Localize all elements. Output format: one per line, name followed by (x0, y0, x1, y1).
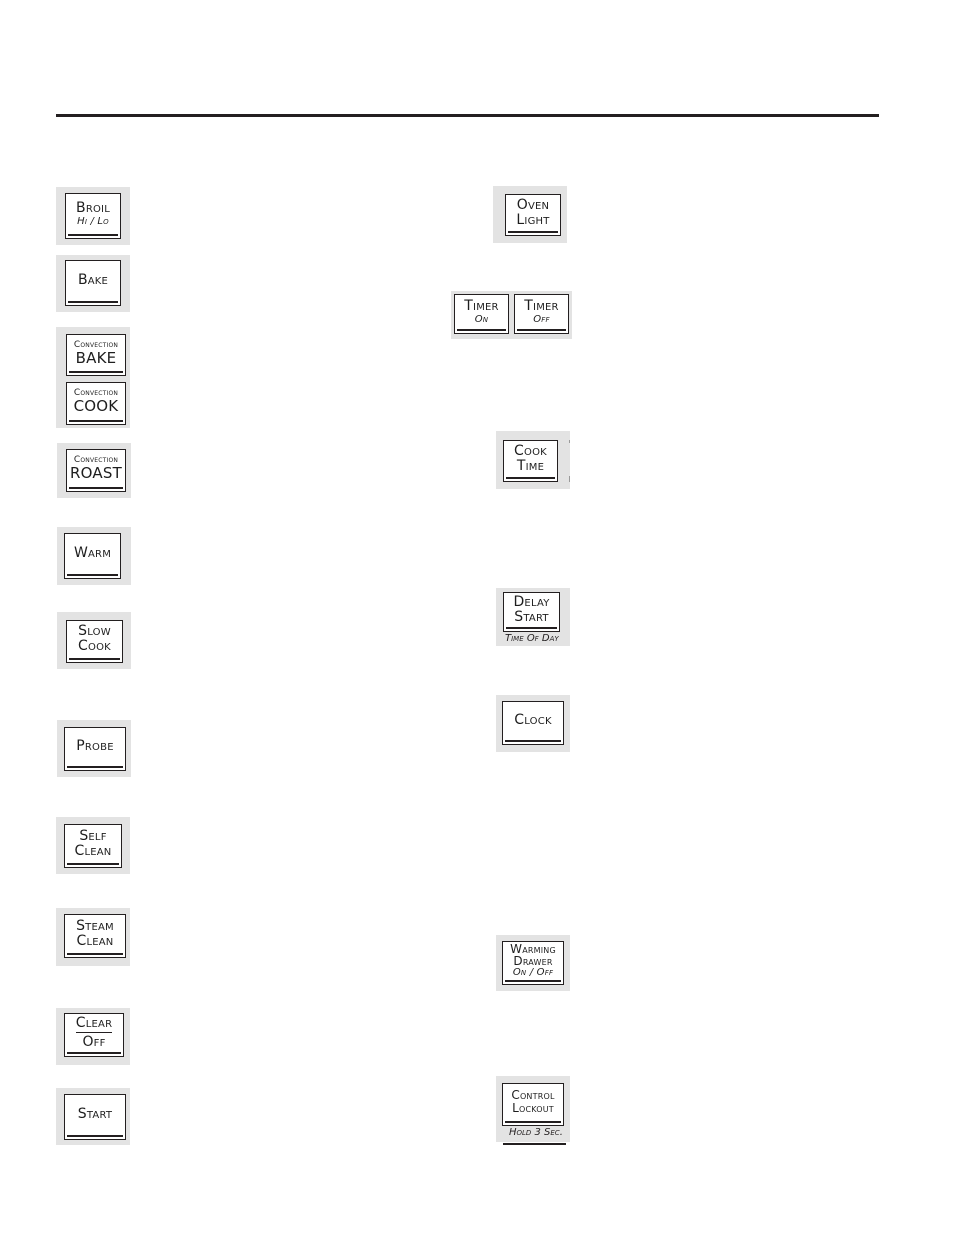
convection-bake-key-sublabel: BAKE (75, 348, 117, 367)
warming-drawer-key[interactable]: Warming Drawer On / Off (502, 941, 564, 985)
warm-key[interactable]: Warm (64, 533, 121, 579)
slow-cook-key-label: Slow (78, 623, 111, 639)
self-clean-key-label: Self (79, 827, 107, 844)
warming-drawer-key-sublabel: Drawer (513, 954, 553, 968)
slow-cook-key-sublabel: Cook (78, 638, 111, 654)
control-lockout-caption: Hold 3 Sec. (509, 1127, 563, 1138)
start-key-label: Start (77, 1106, 113, 1122)
tick-mark (569, 440, 570, 443)
timer-on-key-label: Timer (464, 297, 499, 314)
probe-key[interactable]: Probe (64, 727, 126, 771)
start-key[interactable]: Start (64, 1094, 126, 1140)
broil-key-sublabel: Hi / Lo (77, 215, 109, 227)
convection-roast-key-sublabel: ROAST (70, 464, 122, 482)
convection-cook-key-sublabel: COOK (73, 397, 119, 415)
delay-start-caption: Time Of Day (505, 633, 559, 644)
bake-key-label: Bake (77, 272, 109, 288)
clock-key-label: Clock (514, 712, 552, 728)
delay-start-key-sublabel: Start (514, 608, 549, 625)
steam-clean-key-sublabel: Clean (76, 932, 114, 949)
slow-cook-key[interactable]: Slow Cook (66, 620, 123, 663)
warming-drawer-key-state: On / Off (512, 967, 554, 978)
cook-time-key-sublabel: Time (516, 457, 545, 474)
timer-off-key[interactable]: Timer Off (514, 294, 569, 334)
convection-roast-key[interactable]: Convection ROAST (66, 449, 126, 492)
cook-time-key[interactable]: Cook Time (503, 440, 558, 482)
timer-off-key-label: Timer (524, 297, 559, 314)
cook-time-key-label: Cook (514, 442, 547, 459)
convection-bake-key-label: Convection (73, 339, 119, 350)
convection-bake-key[interactable]: Convection BAKE (66, 334, 126, 376)
oven-light-key[interactable]: Oven Light (505, 194, 561, 236)
steam-clean-key-label: Steam (76, 917, 114, 934)
clear-off-key[interactable]: Clear Off (64, 1013, 124, 1057)
clear-off-key-label: Clear (75, 1014, 113, 1033)
steam-clean-key[interactable]: Steam Clean (64, 914, 126, 958)
self-clean-key[interactable]: Self Clean (64, 824, 122, 868)
convection-cook-key[interactable]: Convection COOK (66, 382, 126, 425)
bake-key[interactable]: Bake (65, 260, 121, 306)
oven-light-key-sublabel: Light (516, 211, 550, 228)
probe-key-label: Probe (76, 738, 114, 754)
header-rule (56, 114, 879, 117)
control-lockout-key-sublabel: Lockout (512, 1101, 554, 1115)
control-lockout-underline (503, 1143, 566, 1145)
delay-start-key-label: Delay (513, 593, 550, 610)
broil-key[interactable]: Broil Hi / Lo (65, 193, 121, 239)
timer-on-key[interactable]: Timer On (454, 294, 509, 334)
control-lockout-key[interactable]: Control Lockout (502, 1083, 564, 1126)
clear-off-key-sublabel: Off (82, 1033, 106, 1050)
warm-key-label: Warm (73, 545, 112, 561)
self-clean-key-sublabel: Clean (74, 842, 112, 859)
tick-mark (569, 476, 570, 482)
oven-light-key-label: Oven (516, 196, 550, 213)
broil-key-label: Broil (76, 199, 110, 216)
clock-key[interactable]: Clock (502, 701, 564, 745)
timer-off-key-sublabel: Off (533, 313, 550, 325)
timer-on-key-sublabel: On (474, 313, 489, 325)
delay-start-key[interactable]: Delay Start (503, 592, 560, 632)
